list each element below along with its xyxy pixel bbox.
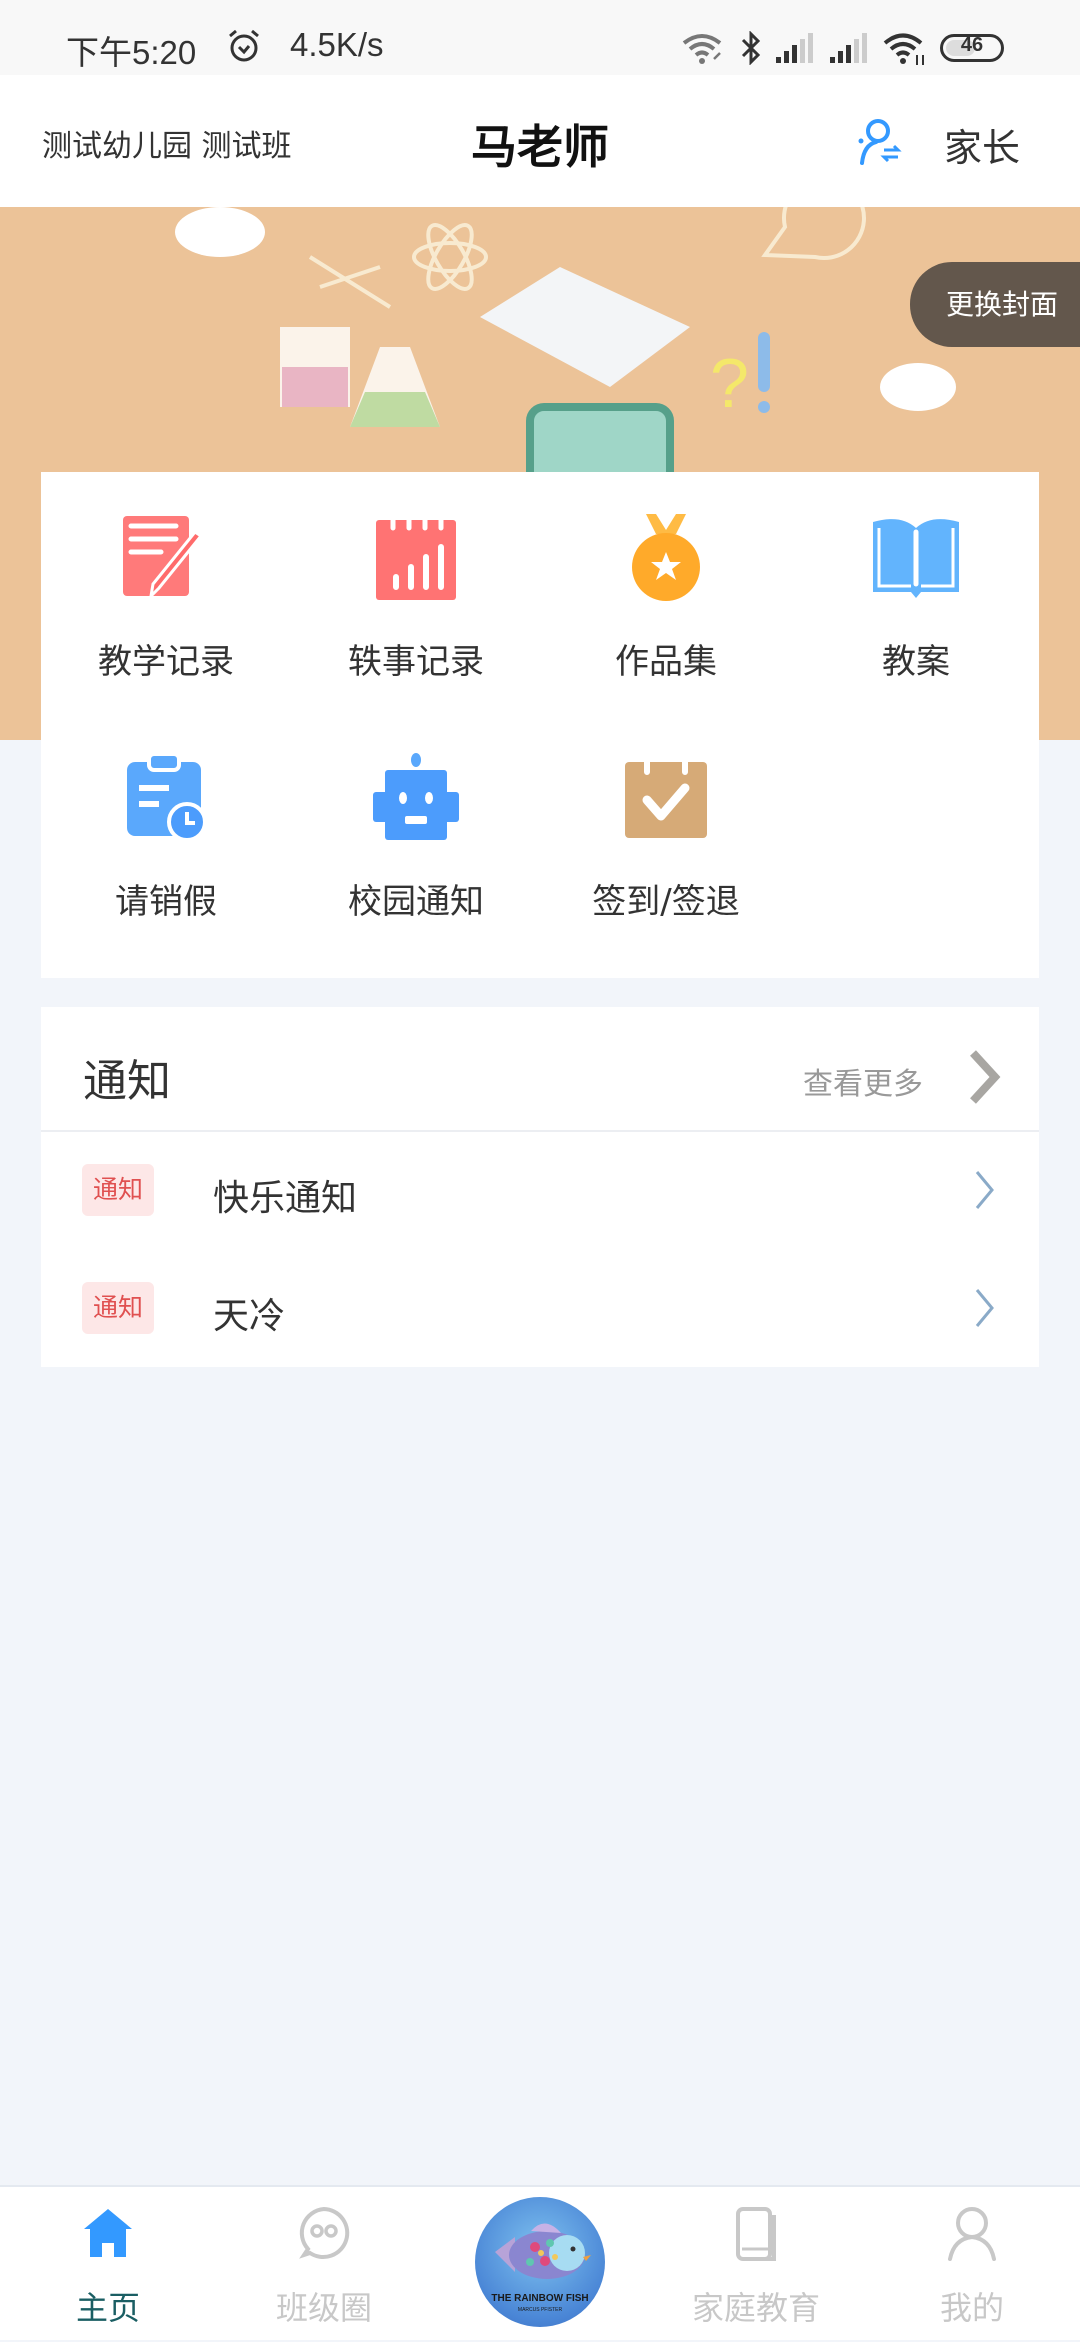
check-in-calendar-icon bbox=[625, 752, 707, 838]
notice-section-title: 通知 bbox=[83, 1056, 171, 1107]
notice-tag: 通知 bbox=[82, 1282, 154, 1334]
notice-tag: 通知 bbox=[82, 1164, 154, 1216]
chevron-right-icon bbox=[975, 1289, 994, 1327]
alarm-clock-icon bbox=[229, 29, 259, 62]
function-label: 作品集 bbox=[615, 642, 717, 682]
function-campus-notice[interactable]: 校园通知 bbox=[291, 712, 541, 932]
notice-list-item[interactable]: 通知 天冷 bbox=[41, 1249, 1039, 1367]
tab-profile[interactable]: 我的 bbox=[864, 2187, 1080, 2342]
fish-illustration: THE RAINBOW FISH MARCUS PFISTER bbox=[491, 2223, 591, 2313]
lesson-plan-book-icon bbox=[873, 519, 959, 598]
app-header: 测试幼儿园 测试班 马老师 家长 bbox=[0, 75, 1080, 207]
status-icons: 46 bbox=[680, 30, 1004, 66]
signal-sim1-icon bbox=[776, 33, 813, 63]
chevron-right-icon[interactable] bbox=[967, 1049, 1003, 1105]
notice-title: 天冷 bbox=[213, 1296, 286, 1337]
svg-text:?: ? bbox=[710, 344, 749, 422]
function-label: 轶事记录 bbox=[348, 642, 484, 682]
function-portfolio[interactable]: 作品集 bbox=[541, 472, 791, 692]
tab-class-circle[interactable]: 班级圈 bbox=[216, 2187, 432, 2342]
medal-portfolio-icon bbox=[632, 514, 700, 601]
user-switch-icon[interactable] bbox=[856, 117, 904, 165]
tab-label: 家庭教育 bbox=[691, 2289, 820, 2327]
notice-list-item[interactable]: 通知 快乐通知 bbox=[41, 1131, 1039, 1249]
function-label: 请销假 bbox=[115, 882, 217, 922]
view-more-link[interactable]: 查看更多 bbox=[803, 1059, 923, 1103]
function-grid-card: 教学记录 轶事记录 作品集 教案 请销假 校园通知 签到/签退 bbox=[41, 472, 1039, 978]
tab-family-education[interactable]: 家庭教育 bbox=[648, 2187, 864, 2342]
leave-request-icon bbox=[127, 752, 207, 842]
function-lesson-plan[interactable]: 教案 bbox=[791, 472, 1041, 692]
tab-label: 班级圈 bbox=[275, 2289, 372, 2327]
anecdote-record-icon bbox=[376, 512, 456, 600]
chat-bubble-icon bbox=[299, 2206, 350, 2259]
chevron-right-icon bbox=[975, 1171, 994, 1209]
function-check-in-out[interactable]: 签到/签退 bbox=[541, 712, 791, 932]
signal-sim2-icon bbox=[830, 33, 867, 63]
battery-level: 46 bbox=[960, 34, 984, 56]
tab-label: 我的 bbox=[939, 2289, 1004, 2327]
change-cover-button[interactable]: 更换封面 bbox=[910, 262, 1080, 347]
page-title: 马老师 bbox=[471, 120, 609, 174]
home-icon bbox=[84, 2209, 132, 2257]
rainbow-fish-book-cover[interactable]: THE RAINBOW FISH MARCUS PFISTER bbox=[475, 2197, 605, 2327]
function-label: 教案 bbox=[882, 642, 950, 682]
function-anecdote-record[interactable]: 轶事记录 bbox=[291, 472, 541, 692]
tab-home[interactable]: 主页 bbox=[0, 2187, 216, 2342]
bluetooth-icon bbox=[741, 31, 761, 65]
network-speed: 4.5K/s bbox=[290, 26, 384, 63]
teaching-record-icon bbox=[123, 516, 204, 601]
function-label: 教学记录 bbox=[98, 642, 234, 682]
function-leave-request[interactable]: 请销假 bbox=[41, 712, 291, 932]
notice-card: 通知 查看更多 通知 快乐通知 通知 天冷 bbox=[41, 1007, 1039, 1367]
book-icon bbox=[736, 2207, 776, 2261]
function-label: 校园通知 bbox=[348, 882, 484, 922]
function-label: 签到/签退 bbox=[592, 882, 740, 922]
wifi-icon bbox=[883, 33, 924, 65]
user-profile-icon bbox=[948, 2207, 996, 2261]
status-bar: 下午5:20 4.5K/s 46 bbox=[0, 0, 1080, 75]
battery-indicator: 46 bbox=[940, 34, 1004, 62]
tab-label: 主页 bbox=[75, 2289, 140, 2327]
wifi-link-icon bbox=[682, 34, 722, 64]
book-title: THE RAINBOW FISH bbox=[491, 2293, 588, 2304]
switch-role-button[interactable]: 家长 bbox=[944, 117, 1020, 172]
status-time: 下午5:20 bbox=[66, 34, 197, 71]
book-author: MARCUS PFISTER bbox=[518, 2307, 563, 2313]
function-teaching-record[interactable]: 教学记录 bbox=[41, 472, 291, 692]
notice-title: 快乐通知 bbox=[213, 1178, 358, 1219]
robot-notice-icon bbox=[373, 753, 459, 840]
